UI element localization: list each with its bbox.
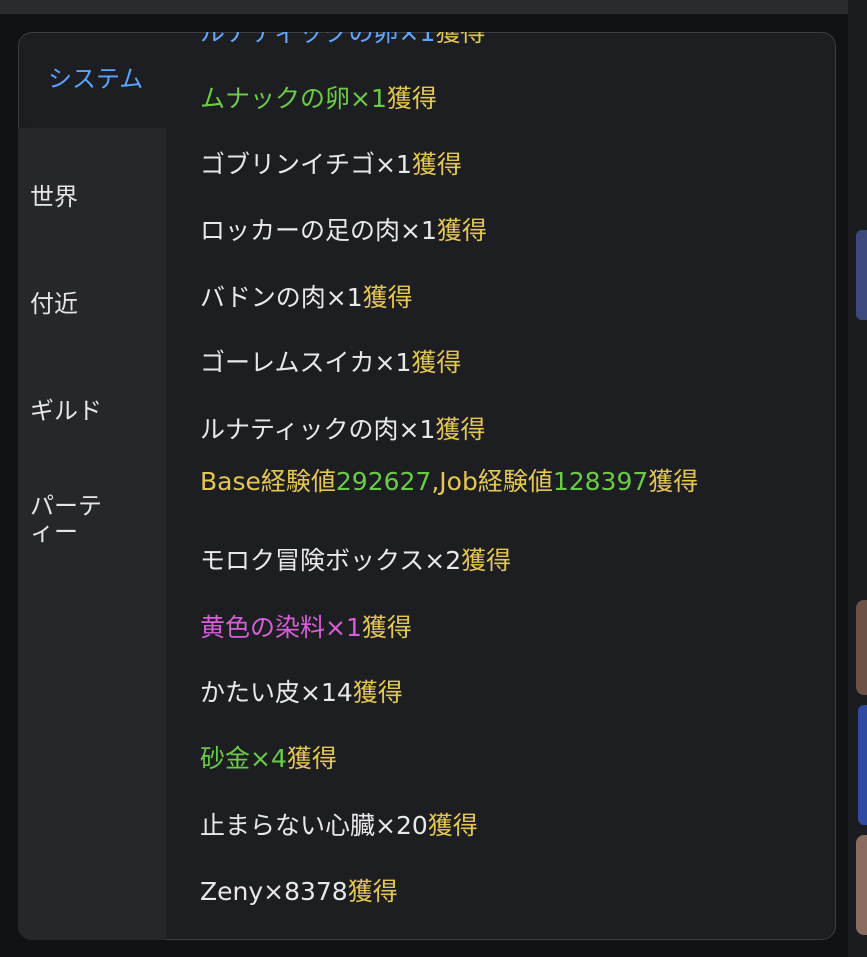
message-gain-label: 獲得	[427, 811, 478, 840]
message-item-name: ゴーレムスイカ×1	[200, 348, 412, 377]
message-item-name: ムナックの卵×1	[200, 84, 387, 113]
message-base-exp-label: Base経験値	[200, 467, 336, 496]
message-item: ゴブリンイチゴ×1獲得	[200, 150, 462, 180]
message-item: 黄色の染料×1獲得	[200, 613, 412, 643]
tab-party[interactable]: パーテ ィー	[30, 493, 160, 545]
message-item: ルナティックの卵×1獲得	[200, 32, 485, 48]
message-gain-label: 獲得	[411, 348, 462, 377]
message-item-name: ロッカーの足の肉×1	[200, 216, 437, 245]
message-gain-label: 獲得	[461, 546, 512, 575]
message-gain-label: 獲得	[362, 283, 413, 312]
message-item-name: 止まらない心臓×20	[200, 811, 428, 840]
message-gain-label: 獲得	[436, 216, 487, 245]
message-item-name: 砂金×4	[200, 744, 287, 773]
message-item: モロク冒険ボックス×2獲得	[200, 546, 511, 576]
message-item-name: Zeny×8378	[200, 877, 348, 906]
message-gain-label: 獲得	[386, 84, 437, 113]
message-item: 止まらない心臓×20獲得	[200, 811, 478, 841]
window-top-strip	[0, 0, 867, 14]
game-background	[848, 0, 867, 957]
message-item-name: ゴブリンイチゴ×1	[200, 150, 412, 179]
background-decoration	[858, 705, 867, 825]
message-item: ルナティックの肉×1獲得	[200, 415, 485, 445]
message-gain-label: 獲得	[435, 32, 486, 47]
message-base-exp-value: 292627	[335, 467, 432, 496]
background-decoration	[856, 230, 867, 320]
message-job-exp-label: ,Job経験値	[431, 467, 553, 496]
tab-world[interactable]: 世界	[30, 183, 160, 211]
message-item-name: かたい皮×14	[200, 678, 353, 707]
message-gain-label: 獲得	[435, 415, 486, 444]
tab-guild[interactable]: ギルド	[30, 397, 160, 425]
message-item-name: 黄色の染料×1	[200, 613, 362, 642]
message-item: Zeny×8378獲得	[200, 877, 398, 907]
message-gain-label: 獲得	[648, 467, 699, 496]
message-gain-label: 獲得	[352, 678, 403, 707]
message-item-name: ルナティックの肉×1	[200, 415, 436, 444]
message-gain-label: 獲得	[347, 877, 398, 906]
message-job-exp-value: 128397	[552, 467, 649, 496]
message-gain-label: 獲得	[361, 613, 412, 642]
message-gain-label: 獲得	[286, 744, 337, 773]
message-item-name: モロク冒険ボックス×2	[200, 546, 462, 575]
background-decoration	[856, 835, 867, 935]
message-item: ロッカーの足の肉×1獲得	[200, 216, 487, 246]
message-item: ゴーレムスイカ×1獲得	[200, 348, 461, 378]
message-gain-label: 獲得	[411, 150, 462, 179]
background-decoration	[856, 600, 867, 695]
tab-system[interactable]: システム	[22, 33, 168, 127]
message-item: かたい皮×14獲得	[200, 678, 403, 708]
tab-nearby[interactable]: 付近	[30, 290, 160, 318]
message-item: バドンの肉×1獲得	[200, 283, 413, 313]
message-log[interactable]: ルナティックの卵×1獲得 ムナックの卵×1獲得 ゴブリンイチゴ×1獲得 ロッカー…	[168, 32, 836, 940]
message-item: 砂金×4獲得	[200, 744, 337, 774]
message-item-name: バドンの肉×1	[200, 283, 363, 312]
message-item: ムナックの卵×1獲得	[200, 84, 437, 114]
message-item-name: ルナティックの卵×1	[200, 32, 436, 47]
message-exp: Base経験値292627,Job経験値128397獲得	[200, 467, 698, 497]
